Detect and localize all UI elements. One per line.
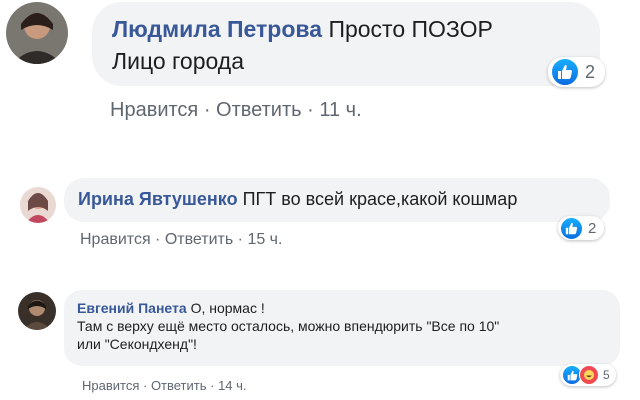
like-reaction-icon: [560, 216, 583, 240]
avatar[interactable]: [18, 292, 56, 330]
comment-author-link[interactable]: Людмила Петрова: [112, 16, 322, 42]
separator: ·: [139, 378, 151, 393]
like-link[interactable]: Нравится: [110, 99, 198, 121]
reaction-count: 5: [603, 368, 610, 382]
reaction-count: 2: [588, 219, 597, 237]
reactions-badge[interactable]: 5: [560, 364, 616, 386]
avatar[interactable]: [6, 2, 68, 64]
like-link[interactable]: Нравится: [80, 231, 151, 248]
timestamp-link[interactable]: 14 ч.: [218, 378, 246, 393]
comment-bubble: Людмила Петрова Просто ПОЗОР Лицо города: [92, 2, 600, 86]
reactions-badge[interactable]: 2: [548, 57, 606, 87]
comment-text: Лицо города: [112, 48, 245, 74]
comment-actions: Нравится · Ответить · 15 ч.: [80, 231, 282, 249]
haha-reaction-icon: [579, 365, 599, 385]
timestamp-link[interactable]: 11 ч.: [319, 99, 361, 121]
comment-text: О, нормас !: [190, 300, 265, 316]
comment-actions: Нравится · Ответить · 14 ч.: [82, 378, 247, 393]
separator: ·: [233, 231, 248, 248]
comment-author-link[interactable]: Евгений Панета: [77, 300, 187, 316]
separator: ·: [198, 99, 217, 121]
separator: ·: [206, 378, 219, 393]
comment-text: Там с верху ещё место осталось, можно вп…: [77, 318, 500, 334]
separator: ·: [301, 99, 320, 121]
reply-link[interactable]: Ответить: [216, 99, 302, 121]
timestamp-link[interactable]: 15 ч.: [247, 231, 282, 248]
reply-link[interactable]: Ответить: [165, 231, 233, 248]
like-link[interactable]: Нравится: [82, 378, 139, 393]
comment-text: или "Секондхенд"!: [77, 336, 197, 352]
like-reaction-icon: [551, 58, 579, 86]
reaction-count: 2: [585, 61, 596, 82]
comment-bubble: Евгений Панета О, нормас ! Там с верху е…: [64, 290, 620, 366]
reply-link[interactable]: Ответить: [151, 378, 207, 393]
avatar[interactable]: [20, 187, 56, 223]
comment-text: Просто ПОЗОР: [328, 16, 493, 42]
comment-author-link[interactable]: Ирина Явтушенко: [78, 189, 238, 209]
comment-bubble: Ирина Явтушенко ПГТ во всей красе,какой …: [64, 178, 610, 222]
separator: ·: [150, 231, 165, 248]
comment-actions: Нравится · Ответить · 11 ч.: [110, 99, 362, 122]
reactions-badge[interactable]: 2: [558, 216, 605, 240]
comment-text: ПГТ во всей красе,какой кошмар: [242, 189, 518, 209]
